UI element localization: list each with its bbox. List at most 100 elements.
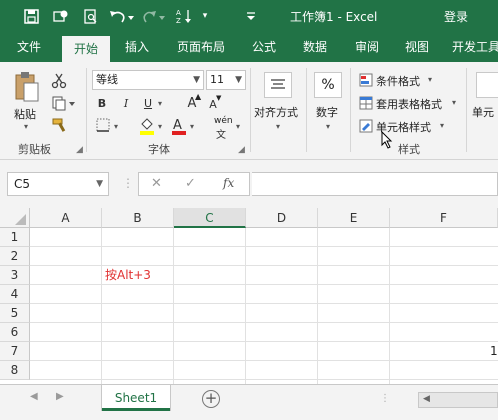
font-name-combo[interactable]: 等线 ▼ [92,70,204,90]
fill-color-icon[interactable] [138,116,156,136]
scroll-splitter-icon[interactable]: ⋮ [380,393,390,404]
chevron-down-icon: ▼ [235,75,242,85]
clipboard-launcher-icon[interactable]: ◢ [76,145,83,155]
svg-text:Z: Z [176,17,181,24]
number-dropdown-caret-icon[interactable]: ▾ [326,122,330,131]
font-launcher-icon[interactable]: ◢ [238,145,245,155]
cell-styles-caret-icon[interactable]: ▾ [440,121,444,130]
tab-view[interactable]: 视图 [396,32,438,62]
splitter-dots-icon[interactable]: ⋮ [122,176,134,190]
customize-qat-icon[interactable] [244,7,258,25]
alignment-label[interactable]: 对齐方式 [254,104,298,120]
tab-developer[interactable]: 开发工具 [446,32,498,62]
row-header-3[interactable]: 3 [0,266,30,285]
tab-insert[interactable]: 插入 [114,32,160,62]
tab-formulas[interactable]: 公式 [242,32,286,62]
scroll-left-icon[interactable]: ◀ [423,394,430,404]
font-size-combo[interactable]: 11 ▼ [206,70,246,90]
select-all-corner[interactable] [0,208,30,228]
paste-icon[interactable] [12,70,42,106]
underline-button[interactable]: U [140,94,156,112]
window-title: 工作簿1 - Excel [290,10,378,24]
redo-icon[interactable] [142,7,166,25]
add-sheet-button[interactable]: + [202,390,220,408]
formula-buttons: ✕ ✓ fx [138,172,250,196]
undo-icon[interactable] [108,7,136,25]
conditional-format-caret-icon[interactable]: ▾ [428,75,432,84]
enter-icon[interactable]: ✓ [185,176,196,191]
paste-label[interactable]: 粘贴 [14,106,36,122]
format-as-table-button[interactable]: 套用表格格式 [376,96,442,112]
borders-icon[interactable] [94,116,112,134]
sheet-next-icon[interactable]: ▶ [56,391,64,402]
conditional-format-icon[interactable] [358,72,374,88]
tab-home[interactable]: 开始 [62,36,110,62]
column-header-a[interactable]: A [30,208,102,228]
row-header-5[interactable]: 5 [0,304,30,323]
row-header-1[interactable]: 1 [0,228,30,247]
format-as-table-icon[interactable] [358,95,374,111]
insert-function-icon[interactable]: fx [223,176,234,190]
copy-icon[interactable] [50,94,78,112]
phonetic-button[interactable]: wén [214,116,233,126]
row-header-6[interactable]: 6 [0,323,30,342]
italic-button[interactable]: I [118,94,134,112]
sheet-tab-bar: ◀ ▶ Sheet1 + ⋮ ◀ [0,384,498,420]
cell-b3[interactable]: 按Alt+3 [102,266,174,285]
fill-color-dropdown-caret-icon[interactable]: ▾ [158,122,162,131]
chevron-down-icon: ▼ [96,179,103,189]
touch-mode-icon[interactable] [52,7,70,25]
tab-review[interactable]: 审阅 [344,32,390,62]
row-header-8[interactable]: 8 [0,361,30,380]
row-header-2[interactable]: 2 [0,247,30,266]
tab-file[interactable]: 文件 [6,32,52,62]
sort-icon[interactable]: AZ [176,7,198,25]
group-divider [466,68,467,152]
phonetic-dropdown-caret-icon[interactable]: ▾ [236,122,240,131]
format-painter-icon[interactable] [50,116,68,134]
qat-dropdown-caret-icon[interactable]: ▾ [200,7,210,25]
save-icon[interactable] [22,7,40,25]
login-link[interactable]: 登录 [444,8,468,25]
print-preview-icon[interactable] [81,7,99,25]
row-header-7[interactable]: 7 [0,342,30,361]
conditional-format-button[interactable]: 条件格式 [376,73,420,89]
alignment-icon[interactable] [264,72,292,98]
cells-icon[interactable] [476,72,498,98]
cells-label[interactable]: 单元 [472,104,494,120]
grow-arrow-icon: ▲ [195,92,202,101]
underline-dropdown-caret-icon[interactable]: ▾ [158,99,162,108]
row-header-4[interactable]: 4 [0,285,30,304]
tab-page-layout[interactable]: 页面布局 [168,32,234,62]
tab-data[interactable]: 数据 [292,32,338,62]
cut-icon[interactable] [50,72,68,90]
alignment-dropdown-caret-icon[interactable]: ▾ [276,122,280,131]
column-header-f[interactable]: F [390,208,498,228]
format-as-table-caret-icon[interactable]: ▾ [452,98,456,107]
font-color-dropdown-caret-icon[interactable]: ▾ [190,122,194,131]
cell-g7[interactable]: 1 [490,342,498,361]
name-box[interactable]: C5 ▼ [7,172,109,196]
column-header-c[interactable]: C [174,208,246,228]
name-box-value: C5 [14,177,31,191]
paste-dropdown-caret-icon[interactable]: ▾ [24,122,28,131]
number-label[interactable]: 数字 [316,104,338,120]
horizontal-scrollbar[interactable]: ◀ [418,392,498,408]
grid-line-horizontal [30,360,498,361]
cell-styles-icon[interactable] [358,118,374,134]
cancel-icon[interactable]: ✕ [151,176,162,191]
column-header-d[interactable]: D [246,208,318,228]
number-format-icon[interactable]: % [314,72,342,98]
shrink-arrow-icon: ▼ [216,94,222,102]
formula-input[interactable] [252,172,498,196]
column-header-e[interactable]: E [318,208,390,228]
borders-dropdown-caret-icon[interactable]: ▾ [114,122,118,131]
group-divider [250,68,251,152]
column-header-b[interactable]: B [102,208,174,228]
sheet-tab-sheet1[interactable]: Sheet1 [102,385,170,411]
worksheet-grid[interactable]: A B C D E F 1 2 3 4 5 6 7 8 按Alt+3 1 [0,208,498,384]
bold-button[interactable]: B [94,94,110,112]
sheet-prev-icon[interactable]: ◀ [30,391,38,402]
font-color-icon[interactable]: A [170,116,188,136]
grid-line-horizontal [30,322,498,323]
